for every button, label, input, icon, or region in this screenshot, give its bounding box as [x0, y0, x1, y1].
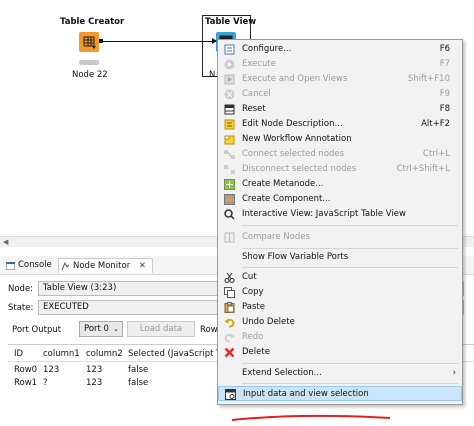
red-annotation-underline [231, 414, 391, 421]
